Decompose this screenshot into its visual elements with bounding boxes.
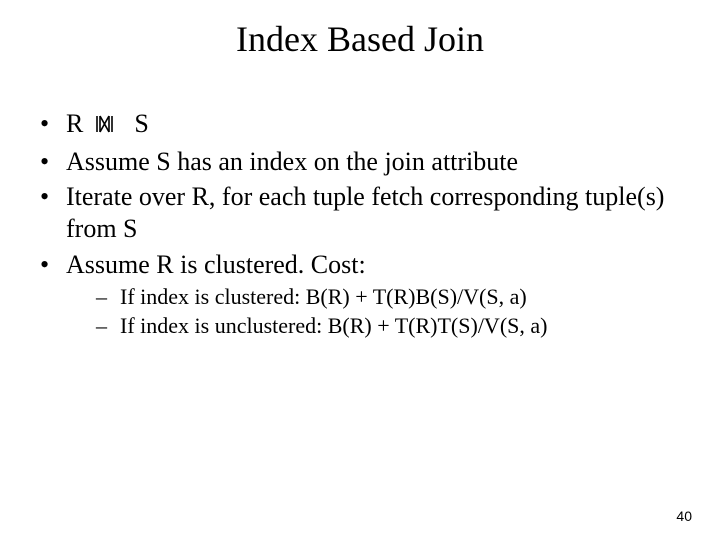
bullet-item: R S — [36, 108, 684, 142]
slide-body: R S Assume S h — [36, 108, 684, 344]
slide: Index Based Join R — [0, 0, 720, 540]
bullet-text: Iterate over R, for each tuple fetch cor… — [66, 182, 664, 243]
bullet-text-right: S — [134, 109, 148, 138]
bullet-list: R S Assume S h — [36, 108, 684, 340]
sub-bullet-text: If index is clustered: B(R) + T(R)B(S)/V… — [120, 284, 527, 309]
bullet-text: Assume S has an index on the join attrib… — [66, 147, 518, 176]
bullet-item: Assume R is clustered. Cost: If index is… — [36, 249, 684, 340]
sub-bullet-item: If index is unclustered: B(R) + T(R)T(S)… — [66, 312, 684, 340]
bullet-text-left: R — [66, 109, 83, 138]
page-title: Index Based Join — [0, 18, 720, 60]
bullet-text: Assume R is clustered. Cost: — [66, 250, 366, 279]
natural-join-icon — [94, 110, 122, 142]
bullet-item: Assume S has an index on the join attrib… — [36, 146, 684, 178]
sub-bullet-text: If index is unclustered: B(R) + T(R)T(S)… — [120, 313, 547, 338]
sub-bullet-list: If index is clustered: B(R) + T(R)B(S)/V… — [66, 283, 684, 340]
page-number: 40 — [676, 508, 692, 524]
sub-bullet-item: If index is clustered: B(R) + T(R)B(S)/V… — [66, 283, 684, 311]
bullet-item: Iterate over R, for each tuple fetch cor… — [36, 181, 684, 244]
